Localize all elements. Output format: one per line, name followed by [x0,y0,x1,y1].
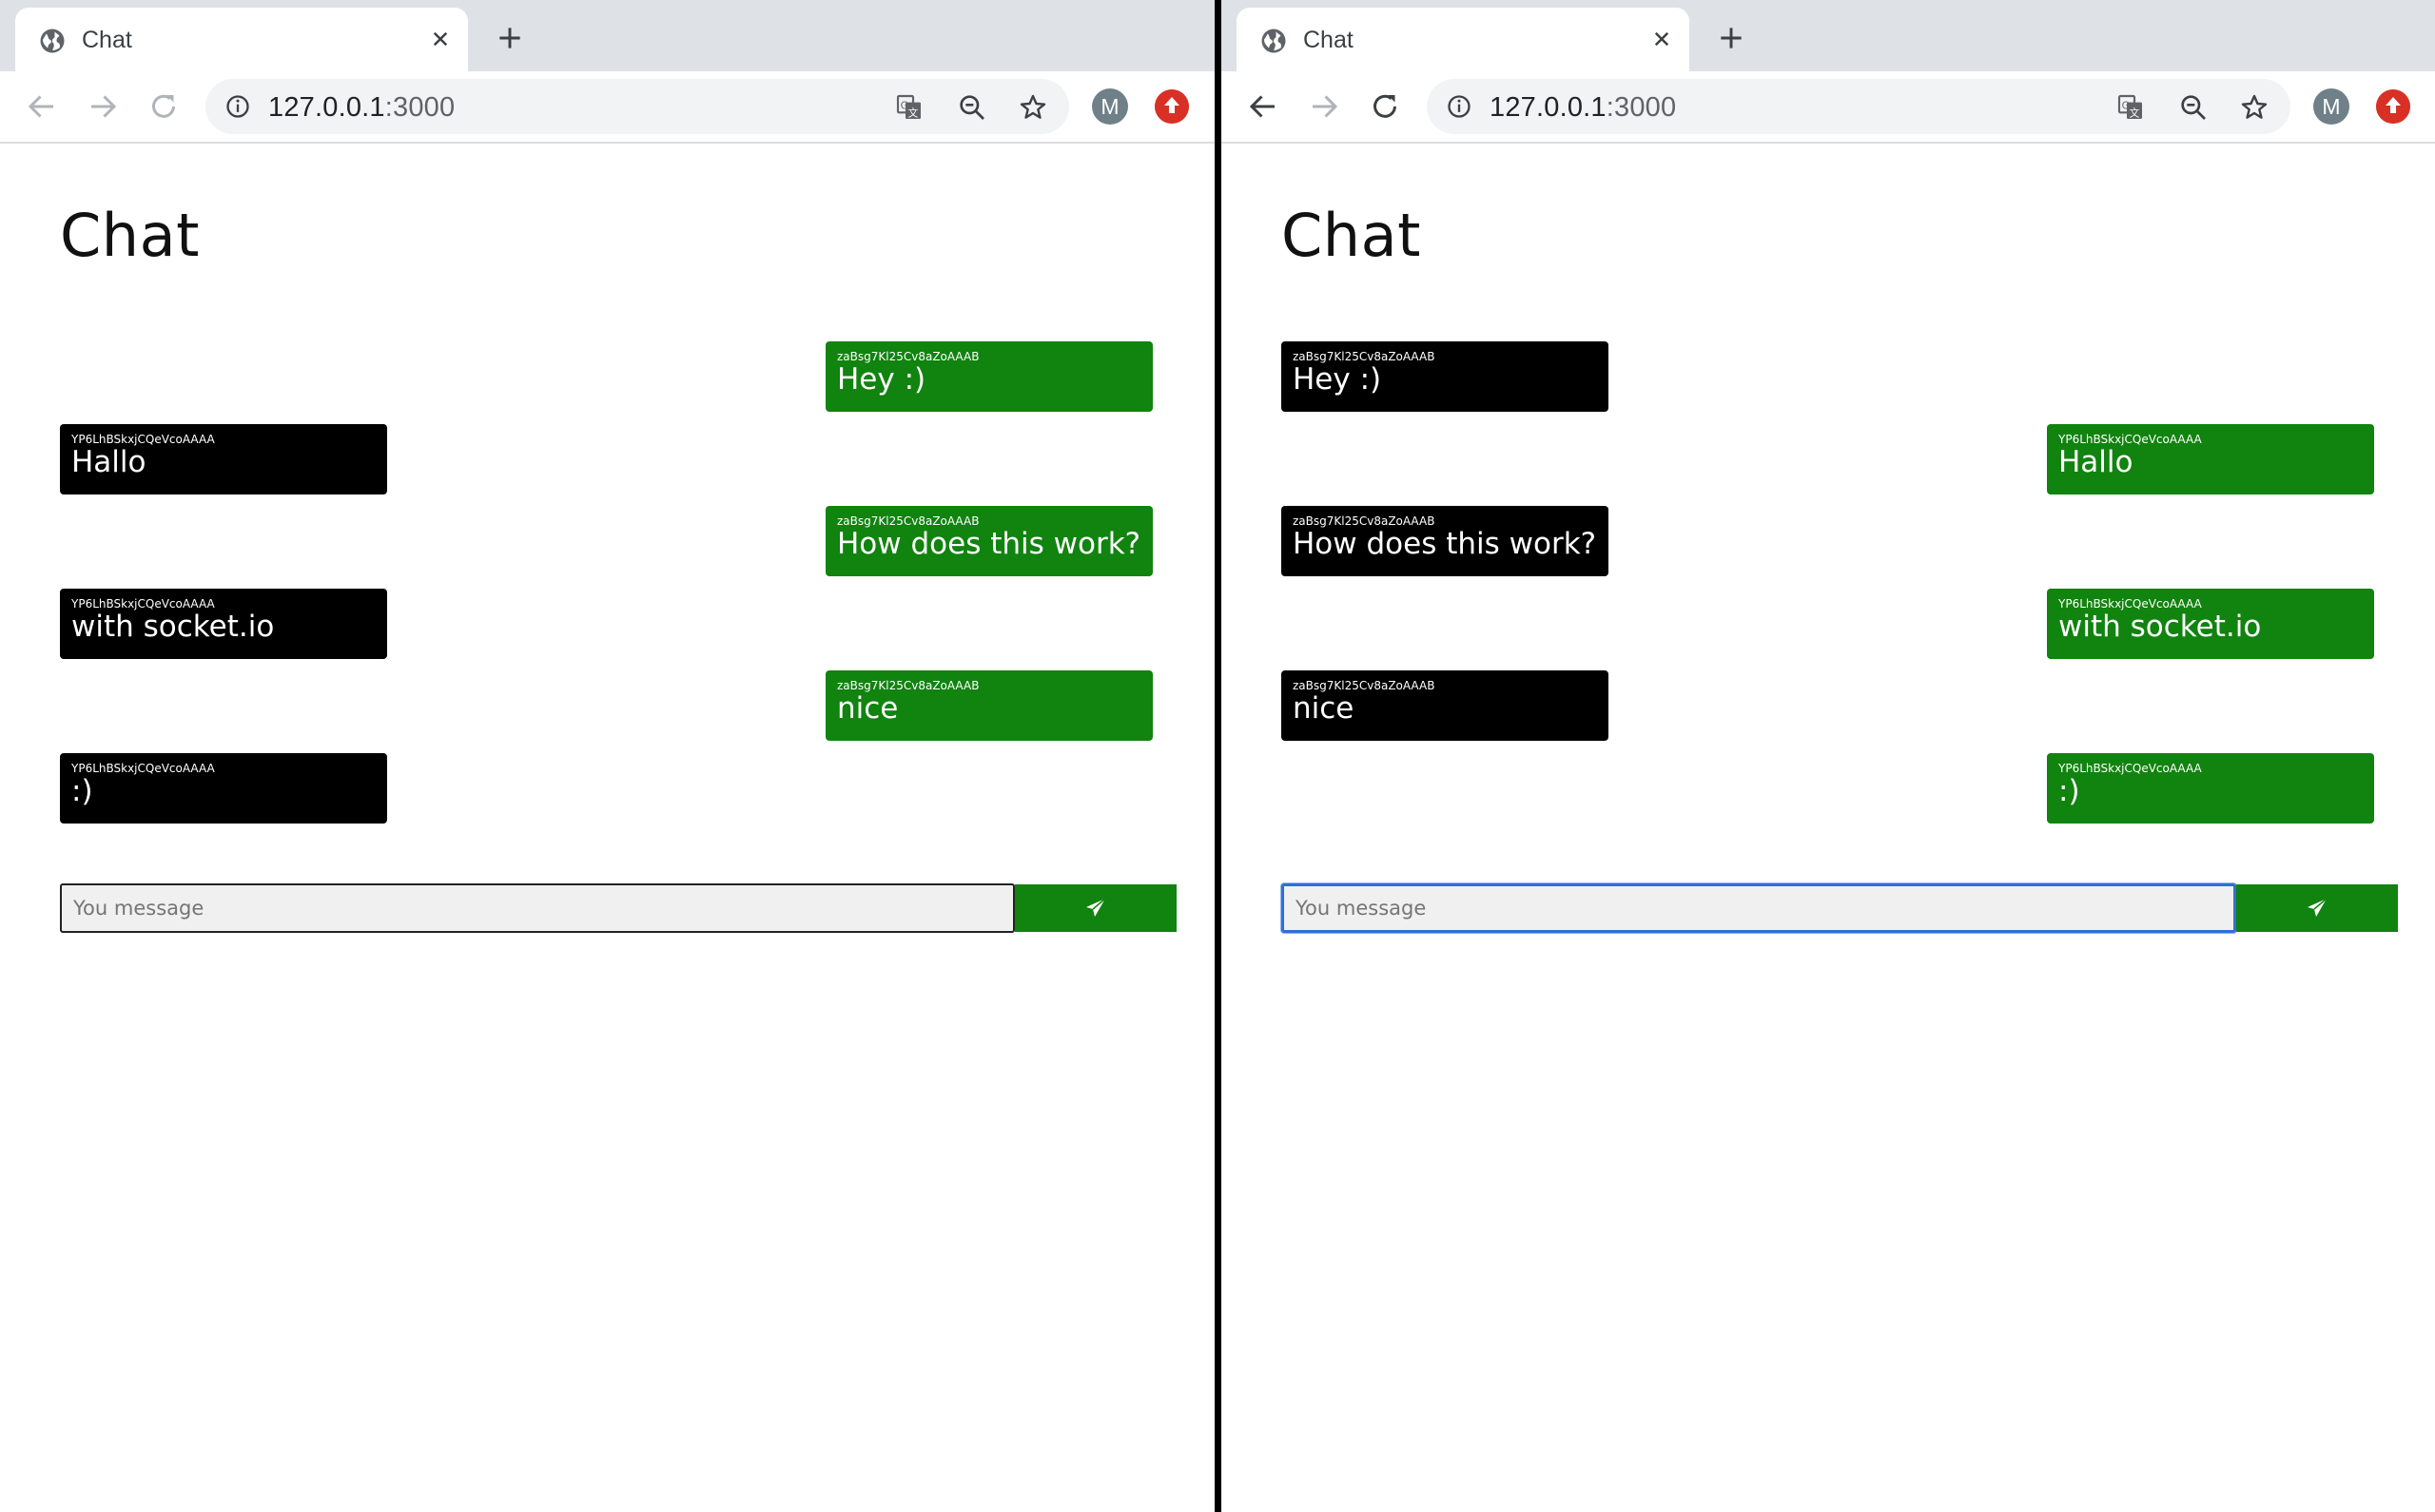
profile-avatar[interactable]: M [2313,88,2349,125]
tab-strip: Chat [0,0,1215,71]
window-divider [1215,0,1221,1512]
message-author: YP6LhBSkxjCQeVcoAAAA [2058,761,2202,775]
browser-toolbar: 127.0.0.1:3000 G 文 M [1221,71,2435,144]
url-text: 127.0.0.1:3000 [1490,92,1676,124]
close-icon[interactable] [1647,25,1676,53]
message-bubble: YP6LhBSkxjCQeVcoAAAA with socket.io [2047,588,2374,659]
message-text: nice [1293,691,1354,726]
tab-title: Chat [82,27,132,53]
message-bubble: YP6LhBSkxjCQeVcoAAAA with socket.io [60,588,387,659]
message-text: with socket.io [71,609,275,644]
message-author: zaBsg7Kl25Cv8aZoAAAB [837,350,980,363]
message-bubble: zaBsg7Kl25Cv8aZoAAAB nice [1281,670,1608,741]
globe-icon [40,29,65,53]
svg-text:文: 文 [2130,107,2140,119]
forward-icon[interactable] [86,89,120,124]
message-bubble: YP6LhBSkxjCQeVcoAAAA Hallo [2047,423,2374,494]
info-icon[interactable] [1446,93,1472,120]
star-icon[interactable] [2239,92,2269,123]
message-input[interactable] [60,883,1015,933]
message-author: YP6LhBSkxjCQeVcoAAAA [71,761,215,775]
new-tab-icon[interactable] [495,23,525,53]
page-title: Chat [1281,201,1421,270]
new-tab-icon[interactable] [1716,23,1746,53]
tab-chat[interactable]: Chat [15,8,468,71]
back-icon[interactable] [25,89,59,124]
back-icon[interactable] [1246,89,1280,124]
reload-icon[interactable] [1368,89,1402,124]
globe-icon [1261,29,1286,53]
url-text: 127.0.0.1:3000 [268,92,455,124]
message-bubble: zaBsg7Kl25Cv8aZoAAAB Hey :) [1281,341,1608,412]
extension-icon[interactable] [2376,89,2410,124]
close-icon[interactable] [426,25,455,53]
star-icon[interactable] [1018,92,1048,123]
url-host: 127.0.0.1 [268,92,385,123]
tab-title: Chat [1303,27,1354,53]
extension-icon[interactable] [1155,89,1189,124]
message-input[interactable] [1281,883,2236,933]
message-text: How does this work? [1293,527,1597,561]
profile-avatar[interactable]: M [1092,88,1128,125]
message-author: YP6LhBSkxjCQeVcoAAAA [71,432,215,446]
message-bubble: zaBsg7Kl25Cv8aZoAAAB How does this work? [826,506,1153,576]
forward-icon[interactable] [1307,89,1341,124]
url-port: :3000 [1606,92,1677,123]
send-icon [2308,898,2328,917]
tab-chat[interactable]: Chat [1237,8,1689,71]
message-text: How does this work? [837,527,1141,561]
chat-page: Chat zaBsg7Kl25Cv8aZoAAAB Hey :) YP6LhBS… [0,144,1215,1512]
translate-icon[interactable]: G 文 [2115,92,2146,123]
address-bar[interactable]: 127.0.0.1:3000 G 文 [205,79,1069,134]
message-text: with socket.io [2058,609,2262,644]
message-bubble: YP6LhBSkxjCQeVcoAAAA Hallo [60,423,387,494]
message-text: Hey :) [837,362,926,397]
message-bubble: zaBsg7Kl25Cv8aZoAAAB nice [826,670,1153,741]
chat-page: Chat zaBsg7Kl25Cv8aZoAAAB Hey :) YP6LhBS… [1221,144,2435,1512]
message-author: YP6LhBSkxjCQeVcoAAAA [2058,432,2202,446]
message-bubble: YP6LhBSkxjCQeVcoAAAA :) [60,752,387,824]
url-port: :3000 [384,92,456,123]
message-author: zaBsg7Kl25Cv8aZoAAAB [837,514,980,528]
message-author: zaBsg7Kl25Cv8aZoAAAB [1293,679,1435,692]
browser-window-left: Chat 127.0.0.1:3000 G 文 M Chat zaBsg7Kl2… [0,0,1215,1512]
message-text: Hey :) [1293,362,1382,397]
send-button[interactable] [1015,884,1177,932]
message-bubble: YP6LhBSkxjCQeVcoAAAA :) [2047,752,2374,824]
message-bubble: zaBsg7Kl25Cv8aZoAAAB How does this work? [1281,506,1608,576]
page-title: Chat [60,201,200,270]
address-bar[interactable]: 127.0.0.1:3000 G 文 [1427,79,2290,134]
tab-strip: Chat [1221,0,2435,71]
message-author: zaBsg7Kl25Cv8aZoAAAB [1293,350,1435,363]
url-host: 127.0.0.1 [1490,92,1607,123]
translate-icon[interactable]: G 文 [894,92,925,123]
send-icon [1086,898,1106,917]
browser-toolbar: 127.0.0.1:3000 G 文 M [0,71,1215,144]
browser-window-right: Chat 127.0.0.1:3000 G 文 M Chat zaBsg7Kl2… [1221,0,2435,1512]
message-author: YP6LhBSkxjCQeVcoAAAA [2058,596,2202,611]
zoom-out-icon[interactable] [957,92,987,123]
message-text: :) [2058,773,2080,808]
message-text: Hallo [71,444,146,479]
message-text: :) [71,773,93,808]
message-author: zaBsg7Kl25Cv8aZoAAAB [837,679,980,692]
message-author: YP6LhBSkxjCQeVcoAAAA [71,596,215,611]
message-text: nice [837,691,899,726]
send-button[interactable] [2236,884,2398,932]
svg-text:文: 文 [908,107,919,119]
message-bubble: zaBsg7Kl25Cv8aZoAAAB Hey :) [826,341,1153,412]
info-icon[interactable] [224,93,251,120]
message-author: zaBsg7Kl25Cv8aZoAAAB [1293,514,1435,528]
message-text: Hallo [2058,444,2133,479]
zoom-out-icon[interactable] [2178,92,2209,123]
reload-icon[interactable] [146,89,181,124]
